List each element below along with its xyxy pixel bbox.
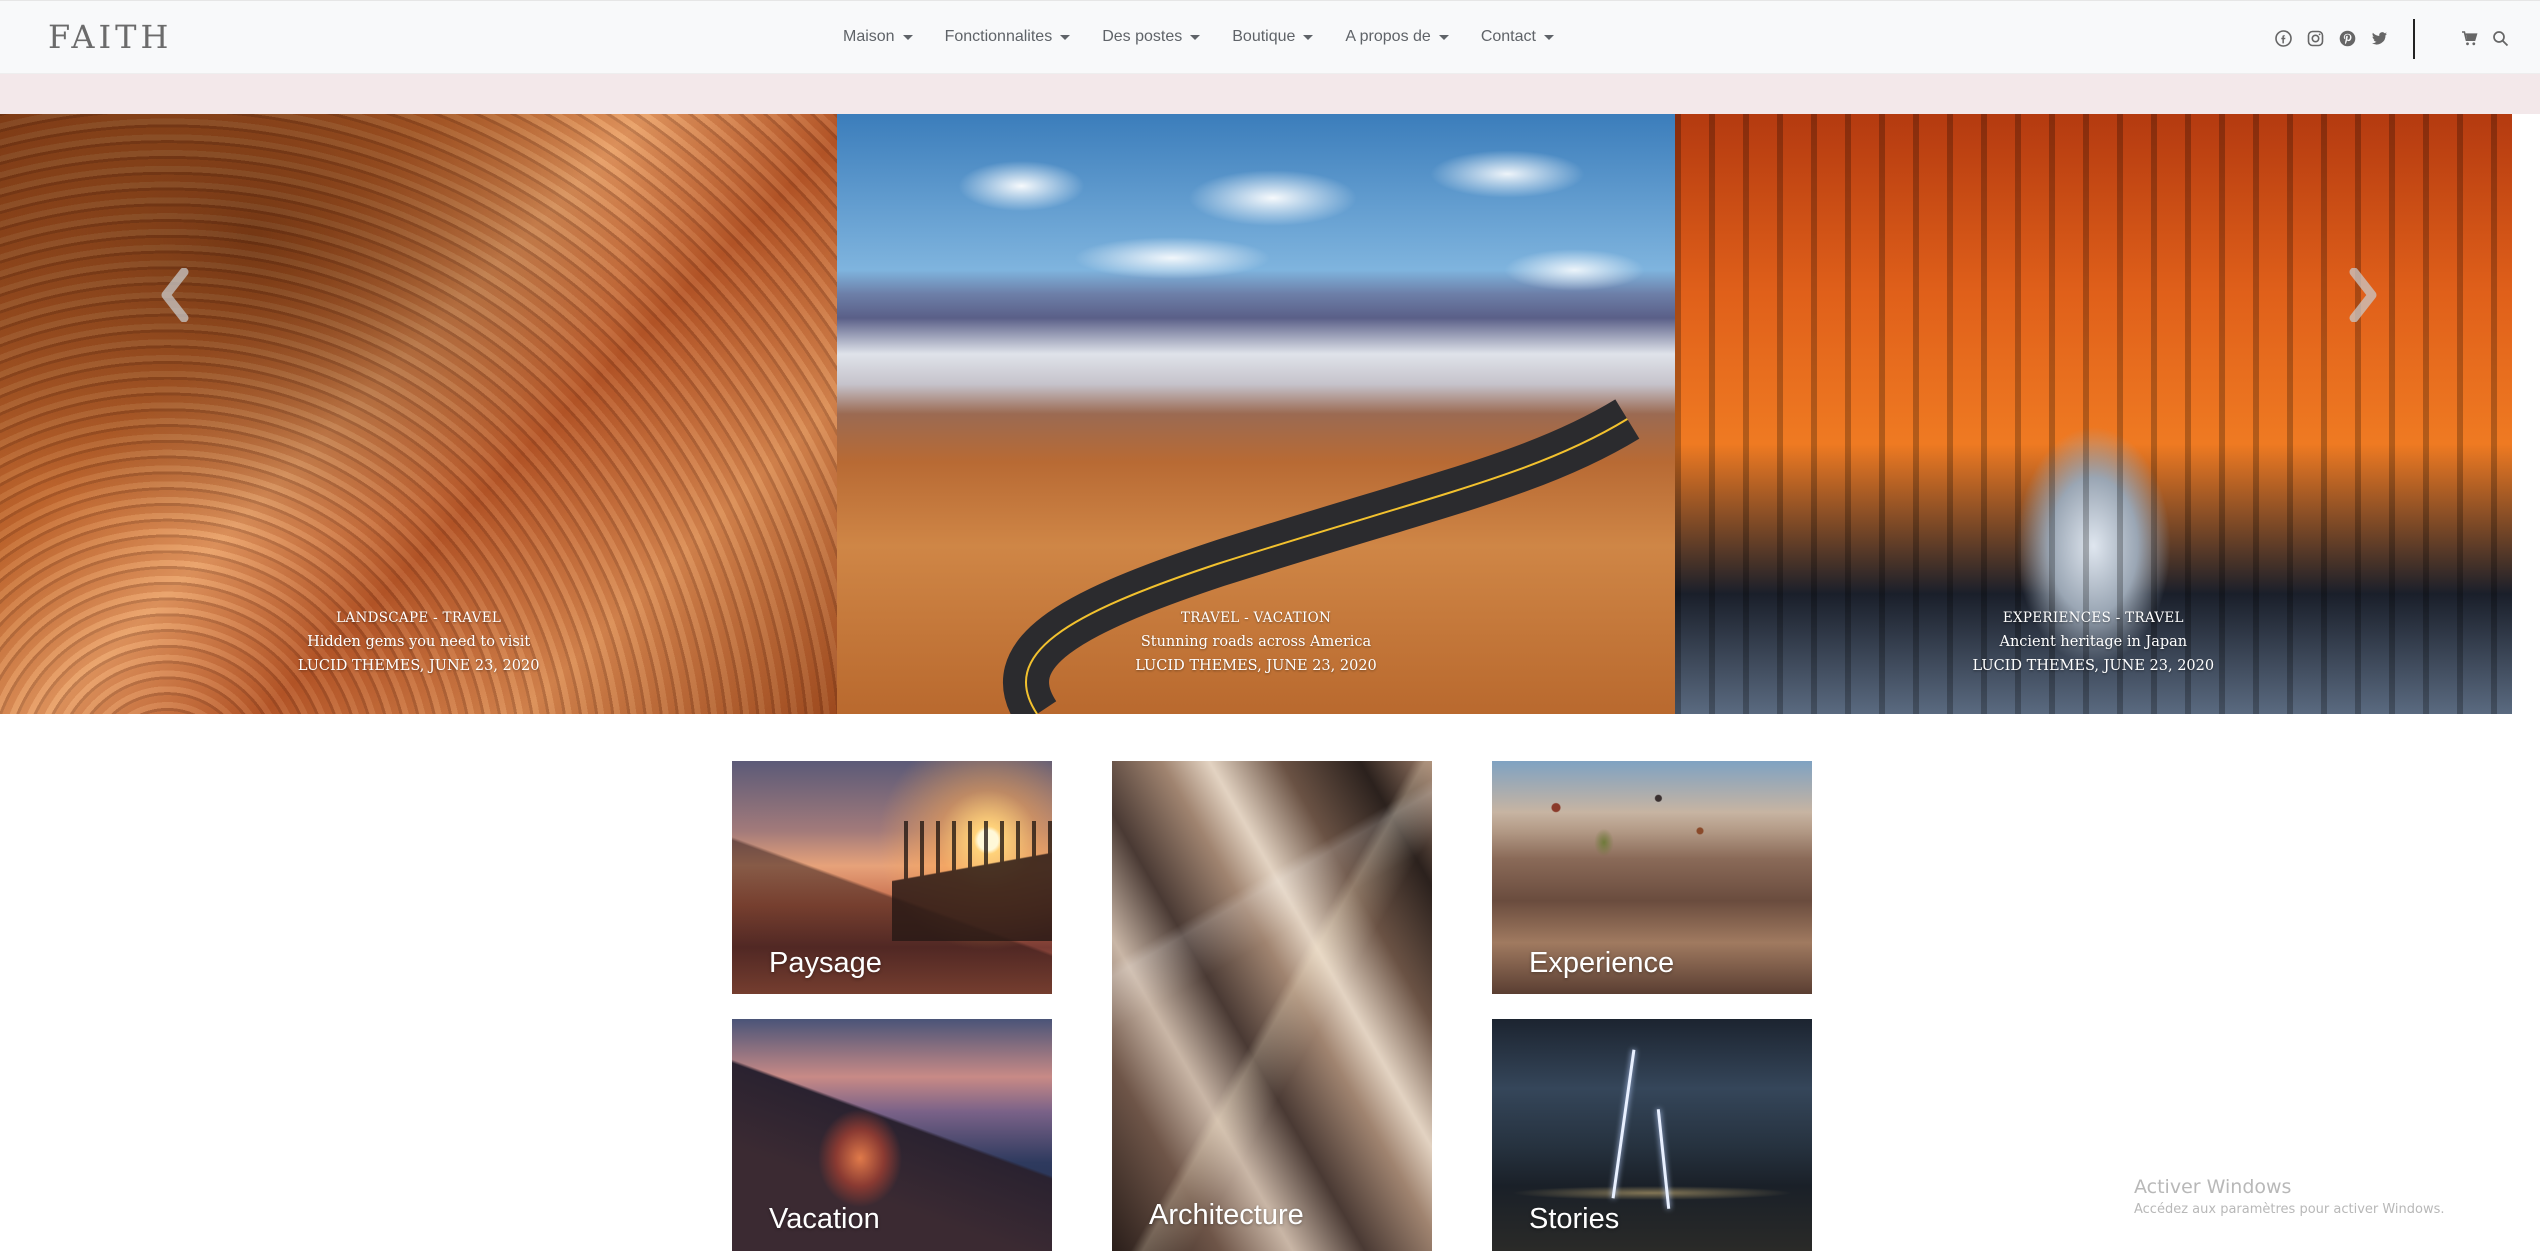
windows-activation-watermark: Activer Windows Accédez aux paramètres p… (2134, 1176, 2445, 1217)
nav-item-label: Contact (1480, 28, 1536, 45)
caret-down-icon (1303, 34, 1314, 40)
navbar: FAITH Maison Fonctionnalites Des postes … (0, 0, 2540, 74)
twitter-icon[interactable] (2370, 29, 2388, 47)
nav-item-label: Fonctionnalites (944, 28, 1053, 45)
slide-category[interactable]: EXPERIENCES - TRAVEL (1675, 606, 2512, 630)
caret-down-icon (1438, 34, 1449, 40)
watermark-title: Activer Windows (2134, 1176, 2292, 1198)
featured-slider: LANDSCAPE - TRAVEL Hidden gems you need … (0, 114, 2512, 714)
nav-item-contact[interactable]: Contact (1481, 28, 1554, 46)
slide-title[interactable]: Hidden gems you need to visit (0, 630, 837, 654)
nav-item-label: A propos de (1345, 28, 1431, 45)
chevron-right-icon (2349, 268, 2377, 322)
slide-meta: LUCID THEMES, JUNE 23, 2020 (297, 658, 540, 674)
caret-down-icon (1543, 34, 1554, 40)
category-tile-paysage[interactable]: Paysage (732, 761, 1052, 994)
slide-category[interactable]: LANDSCAPE - TRAVEL (0, 606, 837, 630)
slide-caption: TRAVEL - VACATION Stunning roads across … (837, 606, 1674, 678)
category-label: Paysage (769, 947, 882, 979)
slide-meta: LUCID THEMES, JUNE 23, 2020 (1135, 658, 1377, 674)
slide-landscape[interactable]: LANDSCAPE - TRAVEL Hidden gems you need … (0, 114, 838, 714)
pinterest-icon[interactable] (2338, 29, 2356, 47)
category-label: Stories (1529, 1203, 1620, 1235)
slide-meta: LUCID THEMES, JUNE 23, 2020 (1972, 658, 2215, 674)
caret-down-icon (902, 34, 913, 40)
category-tile-architecture[interactable]: Architecture (1112, 761, 1432, 1251)
instagram-icon[interactable] (2306, 29, 2324, 47)
slide-road[interactable]: TRAVEL - VACATION Stunning roads across … (837, 114, 1675, 714)
nav-item-a-propos[interactable]: A propos de (1345, 28, 1449, 46)
lightning-graphic (1611, 1049, 1636, 1199)
nav-divider (2413, 19, 2415, 59)
social-links (2274, 29, 2388, 47)
search-icon[interactable] (2492, 30, 2509, 47)
slide-caption: EXPERIENCES - TRAVEL Ancient heritage in… (1675, 606, 2512, 678)
category-label: Architecture (1149, 1199, 1304, 1231)
nav-item-label: Des postes (1102, 28, 1183, 45)
caret-down-icon (1190, 34, 1201, 40)
category-tile-stories[interactable]: Stories (1492, 1019, 1812, 1251)
nav-item-label: Maison (843, 28, 895, 45)
slider-prev-button[interactable] (150, 268, 202, 322)
nav-tools (2461, 30, 2509, 47)
lightning-graphic (1656, 1109, 1671, 1209)
slide-title[interactable]: Ancient heritage in Japan (1675, 630, 2512, 654)
category-tile-vacation[interactable]: Vacation (732, 1019, 1052, 1251)
slide-category[interactable]: TRAVEL - VACATION (837, 606, 1674, 630)
brand-logo[interactable]: FAITH (48, 18, 172, 56)
chevron-left-icon (161, 268, 189, 322)
slide-caption: LANDSCAPE - TRAVEL Hidden gems you need … (0, 606, 837, 678)
header-band (0, 74, 2540, 114)
tile-image-detail (892, 821, 1052, 941)
slider-next-button[interactable] (2336, 268, 2388, 322)
slide-torii[interactable]: EXPERIENCES - TRAVEL Ancient heritage in… (1674, 114, 2512, 714)
category-label: Experience (1529, 947, 1675, 979)
nav-item-fonctionnalites[interactable]: Fonctionnalites (945, 28, 1071, 46)
category-label: Vacation (769, 1203, 880, 1235)
watermark-subtitle: Accédez aux paramètres pour activer Wind… (2134, 1202, 2445, 1217)
nav-item-maison[interactable]: Maison (843, 28, 913, 46)
nav-item-boutique[interactable]: Boutique (1232, 28, 1314, 46)
nav-item-label: Boutique (1232, 28, 1296, 45)
cart-icon[interactable] (2461, 30, 2478, 47)
caret-down-icon (1060, 34, 1071, 40)
main-nav: Maison Fonctionnalites Des postes Boutiq… (843, 28, 1554, 46)
category-tile-experience[interactable]: Experience (1492, 761, 1812, 994)
facebook-icon[interactable] (2274, 29, 2292, 47)
slide-title[interactable]: Stunning roads across America (837, 630, 1674, 654)
nav-item-des-postes[interactable]: Des postes (1102, 28, 1201, 46)
